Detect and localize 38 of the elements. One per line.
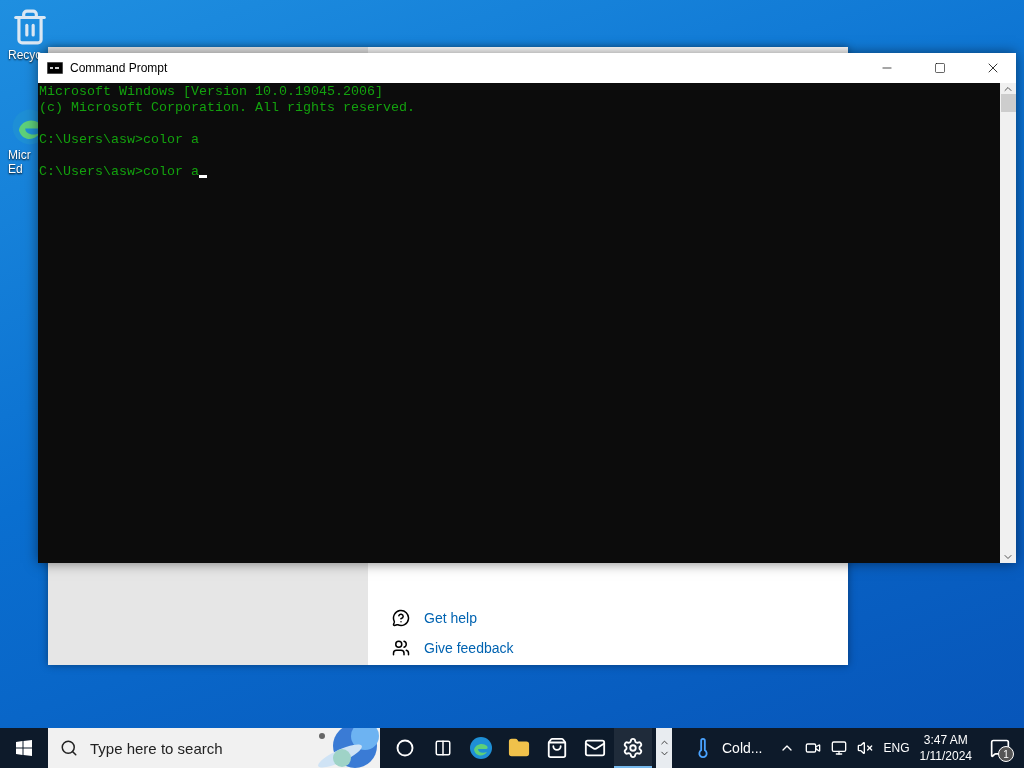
text-cursor [198,175,207,178]
task-view-icon [434,739,452,757]
cortana-circle-icon [396,739,414,757]
settings-icon [622,737,644,759]
console-line: (c) Microsoft Corporation. All rights reserved. [39,100,415,116]
console-line: C:\Users\asw>color a [39,132,199,148]
network-icon[interactable] [831,740,848,756]
help-icon [392,609,410,627]
search-field[interactable]: Type here to search [88,738,292,758]
notification-count: 1 [998,746,1014,762]
store-bag-icon [546,737,568,759]
window-title: Command Prompt [70,61,169,75]
console-line: C:\Users\asw>color a [39,164,199,180]
settings-link[interactable]: Get help [424,610,477,626]
folder-icon [508,737,530,759]
camera-icon[interactable] [805,740,822,756]
scrollbar-thumb[interactable] [1000,94,1016,112]
maximize-icon [934,62,946,74]
taskbar-app-button[interactable] [614,728,652,768]
console-area[interactable]: Microsoft Windows [Version 10.0.19045.2006] (c) Microsoft Corporation. All rights reserved. C:\Users\asw>color a C:\Users\asw>color a [38,83,1000,563]
search-icon [60,739,78,757]
edge-icon [469,736,493,760]
console-line: Microsoft Windows [Version 10.0.19045.2006] [39,84,383,100]
mail-icon [584,737,606,759]
feedback-icon [392,639,410,657]
recycle-bin-icon[interactable] [11,8,49,46]
console-app-icon [47,62,63,74]
search-box[interactable]: Type here to search [48,728,380,768]
weather-text[interactable]: Cold... [722,740,763,756]
desktop-icon-label: Micr Ed [8,148,32,176]
clock[interactable]: 3:47 AM 1/11/2024 [919,732,972,764]
volume-muted-icon[interactable] [857,740,874,756]
language-indicator[interactable]: ENG [883,741,910,755]
settings-link[interactable]: Give feedback [424,640,514,656]
windows-logo-icon [16,740,32,756]
notifications-button[interactable]: 1 [982,728,1018,768]
scrollbar[interactable] [1000,83,1016,563]
notification-icon [990,738,1010,758]
